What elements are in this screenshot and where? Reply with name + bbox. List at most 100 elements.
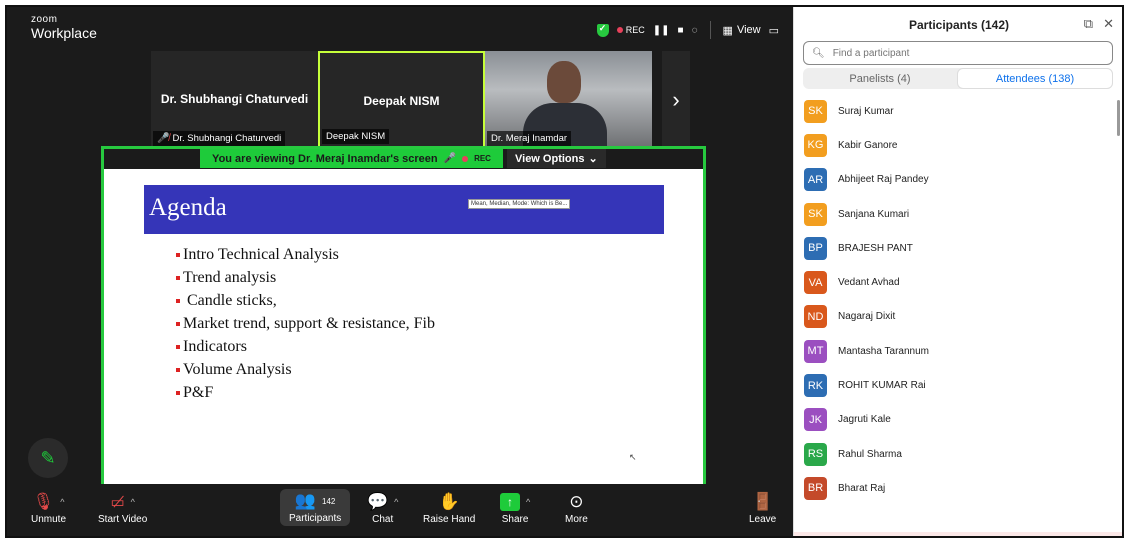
pop-out-icon[interactable]: ⧉ <box>1084 16 1093 32</box>
list-item[interactable]: BR Bharat Raj <box>794 471 1112 505</box>
attendee-name: Bharat Raj <box>838 482 886 494</box>
banner-rec-label: REC <box>474 154 491 163</box>
list-item[interactable]: JK Jagruti Kale <box>794 403 1112 437</box>
more-label: More <box>565 514 588 525</box>
avatar: MT <box>804 339 827 363</box>
raise-hand-button[interactable]: ✋ Raise Hand <box>423 490 475 525</box>
presenter-mic-icon: 🎤 <box>443 153 457 164</box>
bullet-text: Indicators <box>183 337 247 355</box>
avatar: RS <box>804 442 827 466</box>
next-page-chevron-icon[interactable]: › <box>662 51 690 148</box>
avatar: RK <box>804 374 827 398</box>
participant-tabs: Panelists (4) Attendees (138) <box>803 68 1113 89</box>
viewing-text: You are viewing Dr. Meraj Inamdar's scre… <box>212 152 438 165</box>
thumbnail-label-text: Dr. Shubhangi Chaturvedi <box>172 133 282 144</box>
bullet-icon <box>176 390 180 395</box>
bullet-text: Candle sticks, <box>183 291 277 309</box>
security-shield-icon[interactable] <box>596 23 609 37</box>
viewing-banner: You are viewing Dr. Meraj Inamdar's scre… <box>200 149 503 168</box>
list-item: P&F <box>176 381 435 404</box>
view-options-button[interactable]: View Options ⌄ <box>507 149 606 168</box>
panel-bottom-strip <box>794 532 1122 536</box>
slide-bullet-list: Intro Technical Analysis Trend analysis … <box>176 243 435 404</box>
view-button[interactable]: ▦ View <box>723 24 761 37</box>
tab-panelists[interactable]: Panelists (4) <box>803 68 957 89</box>
participants-panel: Participants (142) ⧉ ✕ 🔍︎ Panelists (4) … <box>793 7 1122 536</box>
participant-search-field[interactable]: 🔍︎ <box>803 41 1113 65</box>
list-item[interactable]: MT Mantasha Tarannum <box>794 334 1112 368</box>
list-item[interactable]: BP BRAJESH PANT <box>794 231 1112 265</box>
chat-button[interactable]: 💬 ^ Chat <box>367 490 398 525</box>
app-window: zoom Workplace REC ❚❚ ■ ◌ ▦ View ▭ <box>5 5 1124 538</box>
leave-label: Leave <box>749 514 777 525</box>
thumbnail-participant[interactable]: Dr. Shubhangi Chaturvedi 🎤̸ Dr. Shubhang… <box>151 51 318 148</box>
start-video-button[interactable]: ▭̸ ^ Start Video <box>98 490 147 525</box>
video-off-icon: ▭̸ <box>110 494 125 511</box>
list-item[interactable]: SK Sanjana Kumari <box>794 197 1112 231</box>
chevron-up-icon[interactable]: ^ <box>526 497 530 507</box>
bullet-icon <box>176 252 180 257</box>
share-banner: You are viewing Dr. Meraj Inamdar's scre… <box>104 149 703 169</box>
bullet-text: Market trend, support & resistance, Fib <box>183 314 435 332</box>
chevron-up-icon[interactable]: ^ <box>131 497 135 507</box>
participants-count-badge: 142 <box>322 496 336 506</box>
list-item: Trend analysis <box>176 266 435 289</box>
unmute-label: Unmute <box>31 514 67 525</box>
brand-small: zoom <box>31 14 58 25</box>
unmute-button[interactable]: 🎙 ^ Unmute <box>31 490 66 525</box>
view-options-label: View Options <box>515 152 585 165</box>
pause-recording-icon[interactable]: ❚❚ <box>653 25 670 36</box>
attendee-name: Mantasha Tarannum <box>838 345 929 357</box>
shared-screen: You are viewing Dr. Meraj Inamdar's scre… <box>101 146 706 531</box>
slide-title: Agenda <box>149 194 227 221</box>
fullscreen-icon[interactable]: ▭ <box>769 24 779 37</box>
meeting-toolbar: 🎙 ^ Unmute ▭̸ ^ Start Video 👥 142 Participa… <box>7 484 793 536</box>
leave-icon: 🚪 <box>752 492 774 511</box>
list-item[interactable]: SK Suraj Kumar <box>794 94 1112 128</box>
annotate-pen-icon[interactable]: ✎ <box>28 438 68 478</box>
list-item[interactable]: ND Nagaraj Dixit <box>794 300 1112 334</box>
list-item[interactable]: VA Vedant Avhad <box>794 265 1112 299</box>
thumbnail-active-speaker[interactable]: Deepak NISM Deepak NISM <box>318 51 485 148</box>
close-icon[interactable]: ✕ <box>1103 16 1114 32</box>
attendee-name: Abhijeet Raj Pandey <box>838 174 929 186</box>
list-item: Market trend, support & resistance, Fib <box>176 312 435 335</box>
more-button[interactable]: ⊙ More <box>565 490 588 525</box>
bullet-text: Volume Analysis <box>183 360 292 378</box>
chevron-up-icon[interactable]: ^ <box>394 497 398 507</box>
leave-button[interactable]: 🚪 Leave <box>749 490 776 525</box>
rec-label: REC <box>625 25 645 35</box>
list-item[interactable]: KG Kabir Ganore <box>794 128 1112 162</box>
chevron-up-icon[interactable]: ^ <box>60 497 64 507</box>
presentation-slide: Agenda Mean, Median, Mode: Which is Be..… <box>104 169 703 528</box>
view-label: View <box>736 24 761 36</box>
scrollbar[interactable] <box>1117 100 1120 136</box>
mic-muted-icon: 🎤̸ <box>157 133 170 144</box>
chevron-down-icon: ⌄ <box>588 153 598 165</box>
avatar: VA <box>804 271 827 295</box>
thumbnail-video[interactable]: Dr. Meraj Inamdar <box>485 51 652 148</box>
list-item[interactable]: AR Abhijeet Raj Pandey <box>794 163 1112 197</box>
bullet-text: Trend analysis <box>183 268 277 286</box>
thumbnail-name-label: Deepak NISM <box>322 129 390 144</box>
thumbnail-label-text: Dr. Meraj Inamdar <box>491 133 568 144</box>
attendee-name: Rahul Sharma <box>838 448 902 460</box>
panel-title: Participants (142) <box>908 18 1010 32</box>
list-item: Intro Technical Analysis <box>176 243 435 266</box>
tab-attendees[interactable]: Attendees (138) <box>957 68 1113 89</box>
share-button[interactable]: ↑ ^ Share <box>500 490 530 525</box>
stop-recording-icon[interactable]: ■ <box>678 25 684 36</box>
meeting-info-icon[interactable]: ◌ <box>692 25 698 36</box>
list-item[interactable]: RK ROHIT KUMAR Rai <box>794 368 1112 402</box>
participants-button[interactable]: 👥 142 Participants <box>280 489 351 526</box>
mouse-cursor-icon: ↖ <box>629 452 637 462</box>
thumbnail-center-name: Dr. Shubhangi Chaturvedi <box>160 92 309 106</box>
bullet-icon <box>176 298 180 303</box>
brand-big: Workplace <box>31 25 97 41</box>
search-input[interactable] <box>832 47 1083 59</box>
bullet-text: P&F <box>183 383 214 401</box>
attendee-name: Nagaraj Dixit <box>838 311 896 323</box>
slide-tooltip: Mean, Median, Mode: Which is Be... <box>468 199 571 209</box>
list-item[interactable]: RS Rahul Sharma <box>794 437 1112 471</box>
thumbnail-name-label: Dr. Meraj Inamdar <box>487 131 572 146</box>
